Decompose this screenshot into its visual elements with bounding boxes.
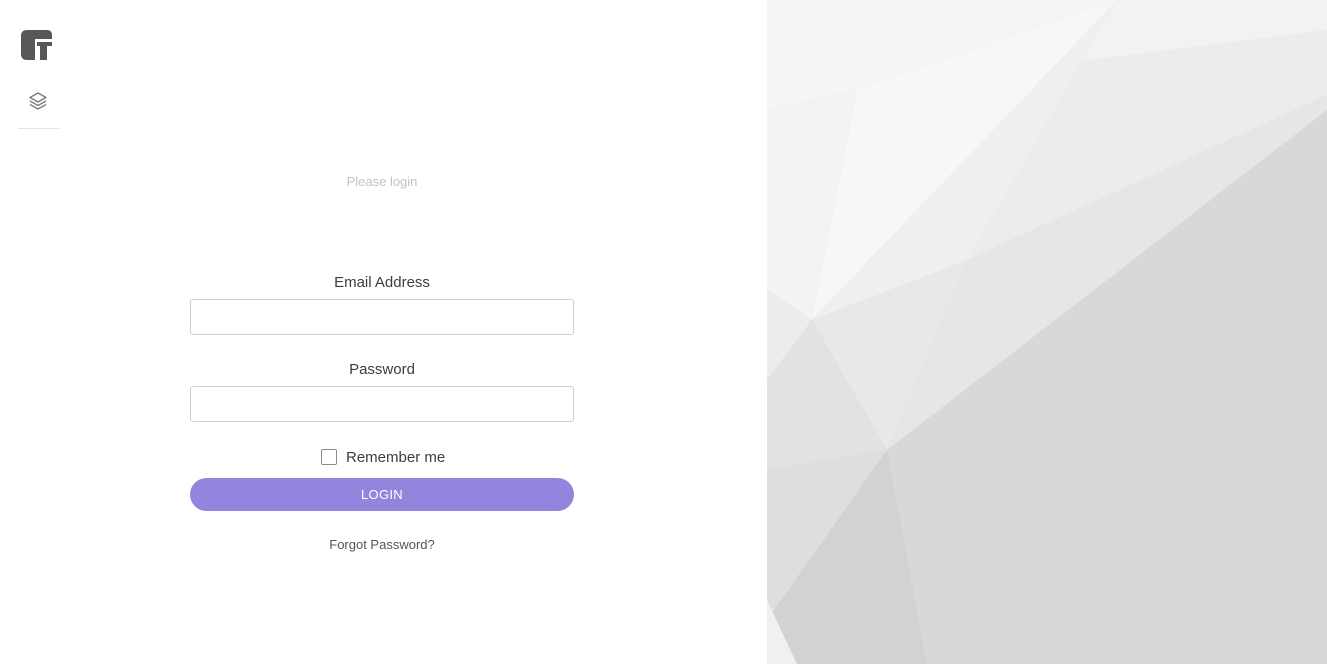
remember-me-label: Remember me <box>346 448 446 466</box>
brand-logo-icon <box>21 30 52 60</box>
remember-me-toggle[interactable]: Remember me <box>321 448 445 466</box>
remember-me-checkbox[interactable] <box>321 449 337 465</box>
layers-icon[interactable] <box>28 91 48 111</box>
login-subtitle: Please login <box>346 174 418 189</box>
email-label: Email Address <box>334 274 430 291</box>
login-button[interactable]: LOGIN <box>190 478 574 511</box>
password-field[interactable] <box>190 386 574 422</box>
sidebar-divider <box>18 128 59 129</box>
low-poly-background-image <box>767 0 1327 664</box>
background-artwork <box>767 0 1327 664</box>
password-label: Password <box>349 361 415 378</box>
app-root: Please login Email Address Password Reme… <box>0 0 1327 664</box>
forgot-password-link[interactable]: Forgot Password? <box>190 537 574 552</box>
email-field[interactable] <box>190 299 574 335</box>
icon-sidebar <box>0 0 78 664</box>
login-panel: Please login Email Address Password Reme… <box>78 0 767 664</box>
